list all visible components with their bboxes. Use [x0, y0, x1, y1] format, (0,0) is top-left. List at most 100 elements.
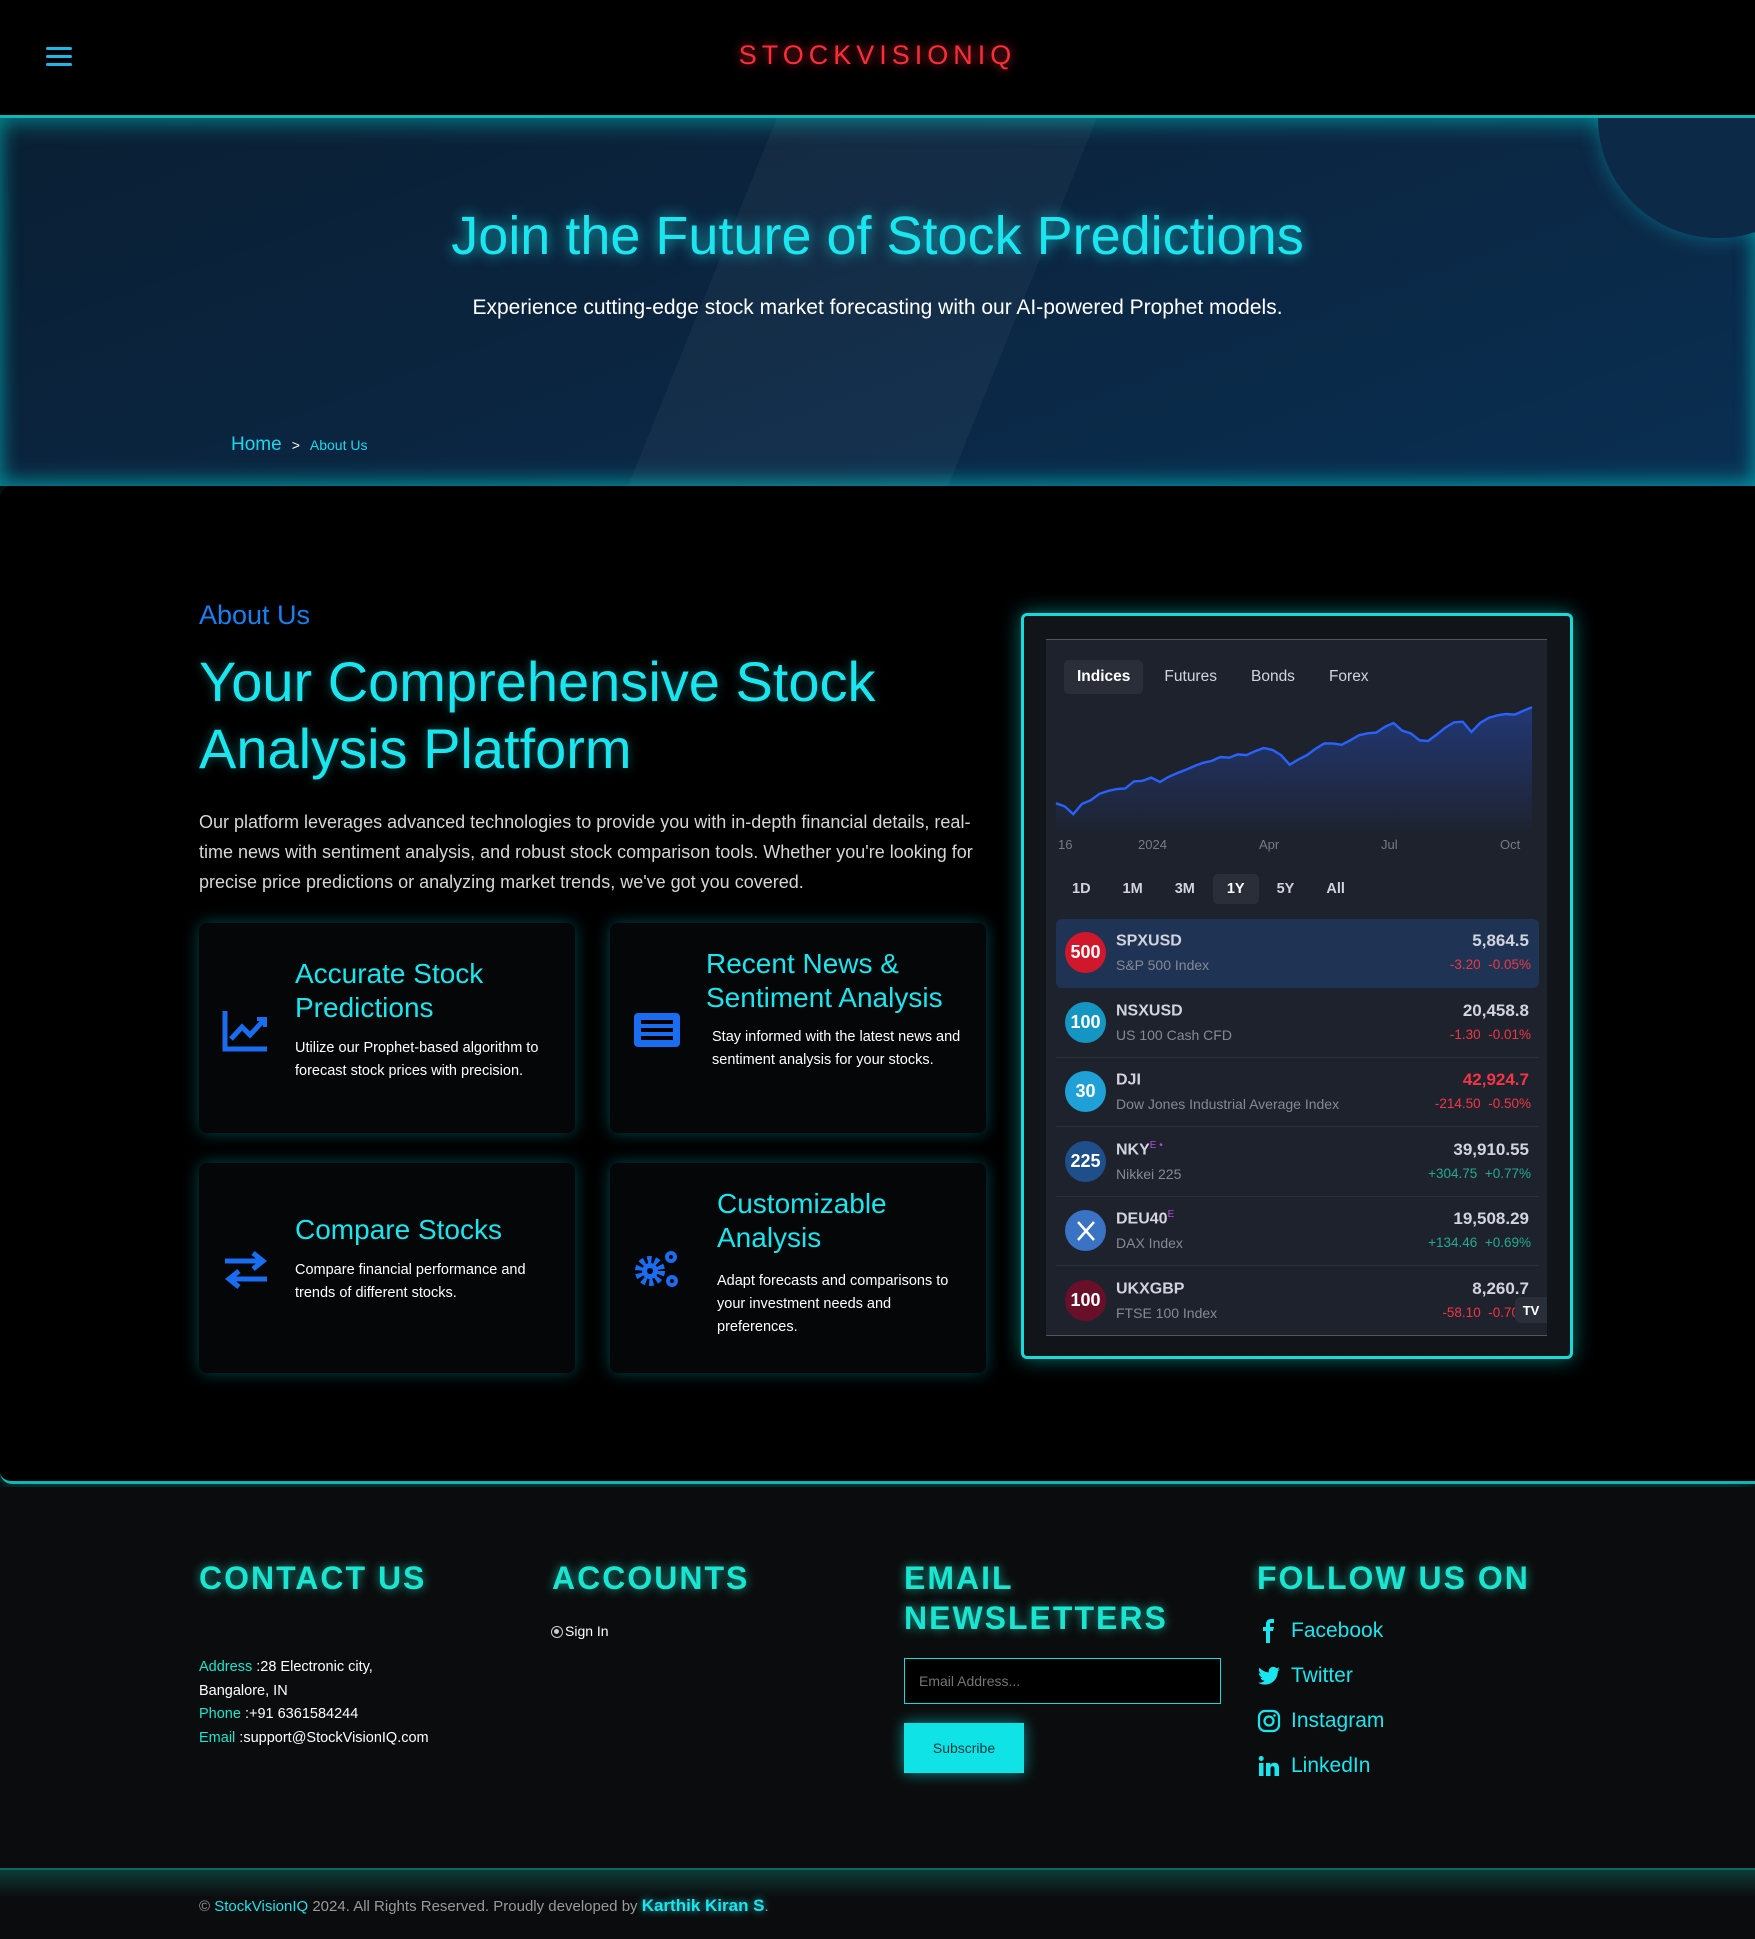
market-tabs: Indices Futures Bonds Forex — [1064, 660, 1382, 694]
index-chart[interactable] — [1046, 700, 1547, 840]
index-row[interactable]: DEU40E DAX Index 19,508.29 +134.46 +0.69… — [1056, 1197, 1539, 1266]
email-value[interactable]: :support@StockVisionIQ.com — [239, 1730, 428, 1746]
index-change: -214.50 -0.50% — [1434, 1096, 1531, 1111]
copyright-body: 2024. All Rights Reserved. Proudly devel… — [308, 1898, 642, 1915]
follow-heading: FOLLOW US ON — [1257, 1560, 1530, 1596]
newspaper-icon — [634, 1013, 680, 1047]
exchange-arrows-icon — [224, 1251, 268, 1289]
tab-bonds[interactable]: Bonds — [1238, 660, 1308, 694]
social-label: Twitter — [1291, 1664, 1353, 1687]
index-row[interactable]: 225 NKYE • Nikkei 225 39,910.55 +304.75 … — [1056, 1128, 1539, 1197]
index-price: 19,508.29 — [1453, 1209, 1529, 1228]
chart-area — [1056, 707, 1532, 830]
tab-forex[interactable]: Forex — [1316, 660, 1382, 694]
email-label: Email — [199, 1729, 236, 1746]
range-1m[interactable]: 1M — [1109, 874, 1157, 904]
feature-text: Utilize our Prophet-based algorithm to f… — [295, 1040, 539, 1079]
index-name: Dow Jones Industrial Average Index — [1116, 1096, 1340, 1112]
range-all[interactable]: All — [1312, 874, 1359, 904]
index-badge: 225 — [1065, 1140, 1106, 1182]
feature-title: Customizable Analysis — [717, 1188, 887, 1253]
social-linkedin[interactable]: LinkedIn — [1257, 1754, 1370, 1778]
index-change: +304.75 +0.77% — [1428, 1165, 1531, 1181]
breadcrumb-separator: > — [291, 437, 300, 453]
range-selector: 1D 1M 3M 1Y 5Y All — [1058, 874, 1359, 904]
x-tick: 2024 — [1138, 837, 1167, 852]
section-heading: Your Comprehensive Stock Analysis Platfo… — [199, 650, 876, 780]
twitter-icon — [1258, 1666, 1280, 1685]
address-value: :28 Electronic city, — [256, 1659, 373, 1675]
range-3m[interactable]: 3M — [1161, 874, 1209, 904]
social-label: Instagram — [1291, 1709, 1385, 1732]
index-change: -1.30 -0.01% — [1449, 1026, 1531, 1042]
index-row[interactable]: 100 UKXGBP FTSE 100 Index 8,260.7 -58.10… — [1056, 1267, 1539, 1336]
index-row[interactable]: 100 NSXUSD US 100 Cash CFD 20,458.8 -1.3… — [1056, 989, 1539, 1058]
accounts-heading: ACCOUNTS — [552, 1560, 750, 1596]
dax-x-icon — [1076, 1220, 1095, 1241]
radio-dot-icon — [551, 1625, 563, 1638]
index-name: FTSE 100 Index — [1116, 1304, 1218, 1321]
hero-title: Join the Future of Stock Predictions — [451, 206, 1304, 266]
index-badge: 100 — [1065, 1001, 1106, 1043]
feature-card-news: Recent News & Sentiment Analysis Stay in… — [610, 923, 986, 1133]
index-symbol: SPXUSD — [1116, 932, 1182, 950]
feature-title: Compare Stocks — [295, 1214, 502, 1245]
instagram-icon — [1257, 1709, 1281, 1733]
range-1d[interactable]: 1D — [1058, 874, 1105, 904]
sign-in-link[interactable]: Sign In — [551, 1620, 609, 1644]
social-twitter[interactable]: Twitter — [1257, 1664, 1353, 1688]
tradingview-logo[interactable]: TV — [1515, 1297, 1547, 1323]
contact-heading: CONTACT US — [199, 1560, 427, 1596]
index-symbol: NSXUSD — [1116, 1001, 1183, 1019]
index-symbol: DJI — [1116, 1071, 1141, 1089]
copyright-brand[interactable]: StockVisionIQ — [214, 1898, 308, 1915]
index-flag: E • — [1149, 1139, 1163, 1151]
breadcrumb-home[interactable]: Home — [231, 434, 282, 456]
range-1y[interactable]: 1Y — [1212, 874, 1259, 904]
index-badge: 100 — [1065, 1279, 1106, 1321]
newsletter-email-input[interactable] — [904, 1658, 1221, 1704]
tab-indices[interactable]: Indices — [1064, 660, 1144, 694]
feature-card-compare: Compare Stocks Compare financial perform… — [199, 1163, 575, 1373]
index-row[interactable]: 500 SPXUSD S&P 500 Index 5,864.5 -3.20 -… — [1056, 919, 1539, 988]
feature-title: Recent News & Sentiment Analysis — [706, 948, 943, 1013]
index-badge — [1065, 1210, 1106, 1251]
index-symbol: UKXGBP — [1116, 1279, 1185, 1297]
subscribe-button[interactable]: Subscribe — [904, 1723, 1024, 1773]
index-price: 8,260.7 — [1472, 1278, 1529, 1298]
chart-line-icon — [222, 1011, 267, 1052]
range-5y[interactable]: 5Y — [1263, 874, 1309, 904]
feature-text: Compare financial performance and trends… — [295, 1262, 526, 1301]
index-price: 39,910.55 — [1453, 1139, 1529, 1159]
social-label: LinkedIn — [1291, 1754, 1371, 1777]
feature-title: Accurate Stock Predictions — [295, 958, 484, 1023]
section-paragraph: Our platform leverages advanced technolo… — [199, 812, 973, 892]
feature-text: Stay informed with the latest news and s… — [712, 1029, 961, 1068]
linkedin-icon — [1258, 1756, 1279, 1776]
copyright-symbol: © — [199, 1898, 211, 1915]
social-instagram[interactable]: Instagram — [1257, 1709, 1384, 1733]
index-flag: E — [1167, 1209, 1175, 1220]
site-logo[interactable]: STOCKVISIONIQ — [0, 40, 1755, 71]
index-symbol: NKYE • — [1116, 1139, 1163, 1158]
index-name: DAX Index — [1116, 1235, 1183, 1251]
copyright-text: © StockVisionIQ 2024. All Rights Reserve… — [199, 1896, 769, 1916]
index-price: 20,458.8 — [1462, 1000, 1529, 1020]
social-facebook[interactable]: Facebook — [1257, 1619, 1383, 1643]
facebook-icon — [1263, 1619, 1274, 1643]
copyright-suffix: . — [764, 1898, 769, 1915]
index-change: +134.46 +0.69% — [1428, 1235, 1531, 1250]
index-row[interactable]: 30 DJI Dow Jones Industrial Average Inde… — [1056, 1058, 1539, 1127]
phone-label: Phone — [199, 1706, 241, 1722]
x-tick: Jul — [1381, 837, 1398, 852]
index-badge: 30 — [1065, 1071, 1106, 1112]
top-header: STOCKVISIONIQ — [0, 0, 1755, 115]
hero-subtitle: Experience cutting-edge stock market for… — [472, 296, 1283, 319]
x-tick: Apr — [1259, 837, 1280, 852]
tab-futures[interactable]: Futures — [1151, 660, 1230, 694]
developer-link[interactable]: Karthik Kiran S — [642, 1896, 765, 1915]
index-badge: 500 — [1065, 932, 1106, 973]
section-label: About Us — [199, 600, 311, 630]
x-tick: Oct — [1500, 837, 1521, 852]
feature-card-predictions: Accurate Stock Predictions Utilize our P… — [199, 923, 575, 1133]
